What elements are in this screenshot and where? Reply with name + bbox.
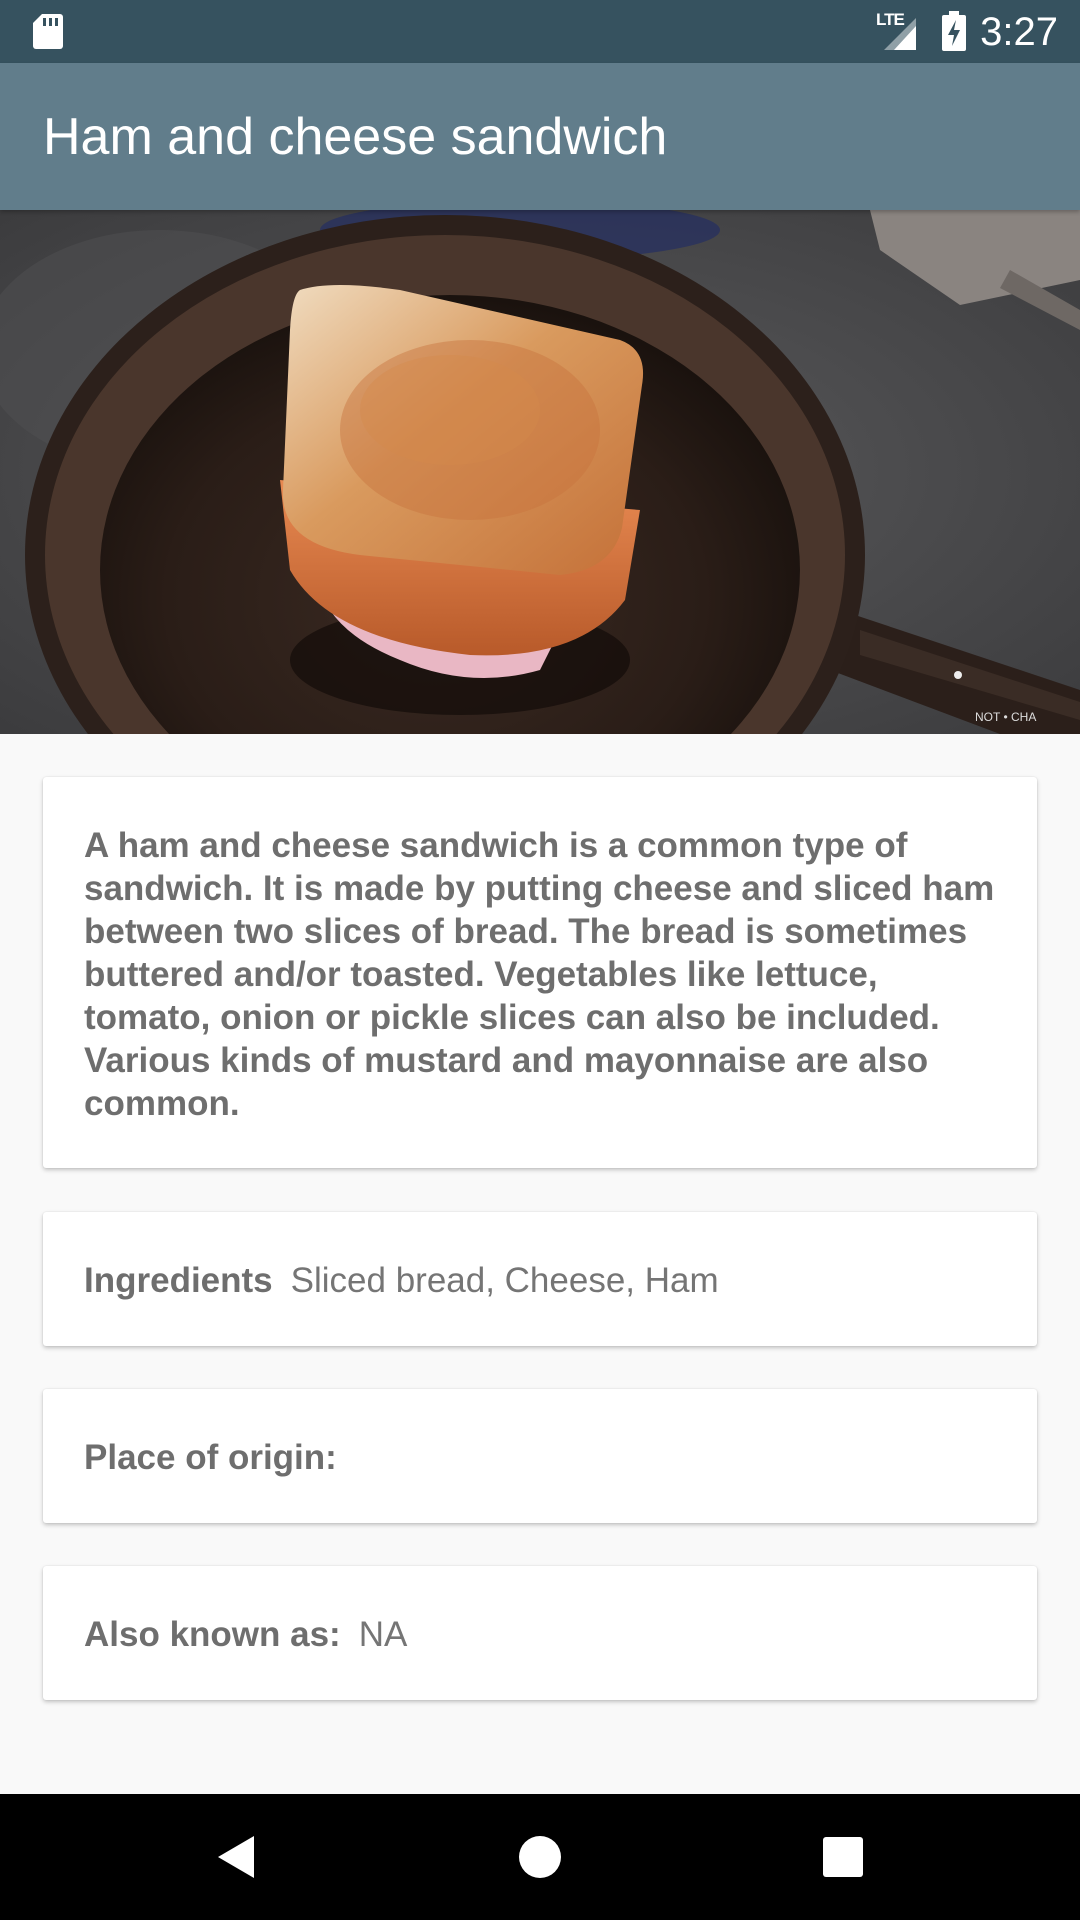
aka-label: Also known as: — [84, 1615, 341, 1654]
back-icon[interactable] — [216, 1834, 256, 1880]
origin-label: Place of origin: — [84, 1438, 337, 1477]
aka-row: Also known as: NA — [84, 1613, 407, 1657]
signal-icon — [884, 18, 916, 50]
origin-card: Place of origin: — [43, 1389, 1037, 1523]
recents-icon[interactable] — [823, 1837, 863, 1877]
aka-card: Also known as: NA — [43, 1566, 1037, 1700]
ingredients-label: Ingredients — [84, 1261, 273, 1300]
origin-row: Place of origin: — [84, 1436, 355, 1480]
aka-value: NA — [358, 1615, 408, 1654]
page-title: Ham and cheese sandwich — [43, 108, 668, 166]
ingredients-card: Ingredients Sliced bread, Cheese, Ham — [43, 1212, 1037, 1346]
description-text: A ham and cheese sandwich is a common ty… — [84, 826, 995, 1123]
status-bar: LTE 3:27 — [0, 0, 1080, 63]
sd-card-icon — [33, 14, 63, 49]
sandwich-photo: NOT • CHA — [0, 210, 1080, 734]
watermark-text: NOT • CHA — [975, 710, 1036, 724]
battery-charging-icon — [942, 11, 966, 51]
ingredients-row: Ingredients Sliced bread, Cheese, Ham — [84, 1259, 719, 1303]
app-bar: Ham and cheese sandwich — [0, 63, 1080, 210]
description-card: A ham and cheese sandwich is a common ty… — [43, 777, 1037, 1168]
clock: 3:27 — [980, 10, 1058, 54]
home-icon[interactable] — [519, 1836, 561, 1878]
navigation-bar — [0, 1794, 1080, 1920]
ingredients-value: Sliced bread, Cheese, Ham — [290, 1261, 719, 1300]
